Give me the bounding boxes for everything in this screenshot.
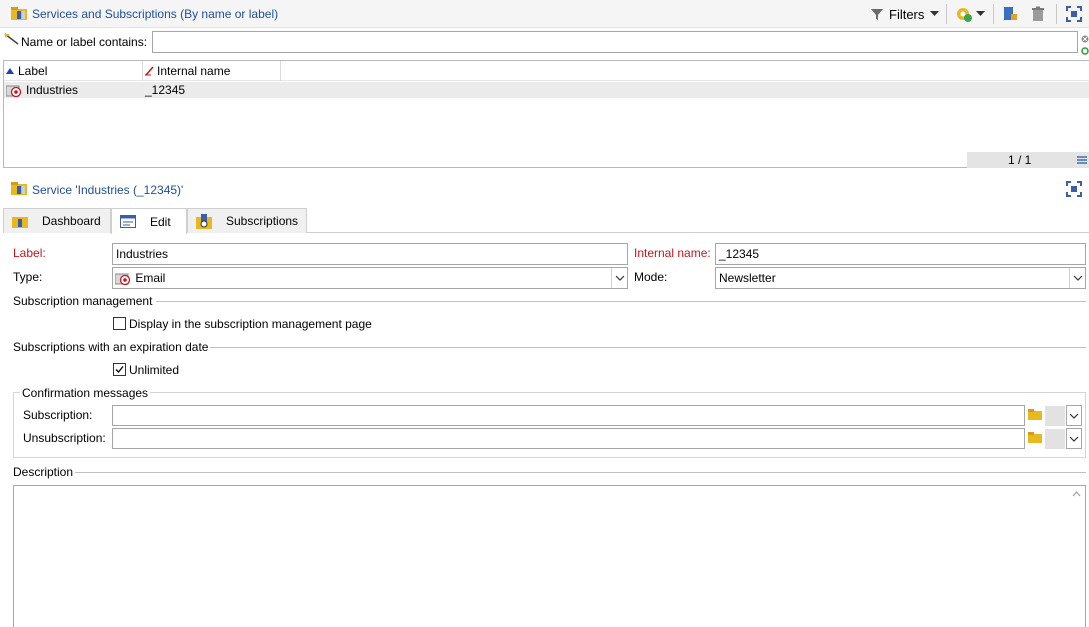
section-divider [156,301,1086,302]
checkmark-icon [115,366,124,373]
maximize-button[interactable] [1066,4,1082,24]
expand-icon [1066,181,1082,197]
display-in-page-label: Display in the subscription management p… [129,317,372,331]
toolbar-separator [993,4,994,24]
unsubscription-message-input[interactable] [112,428,1025,449]
clear-link-button [1045,406,1065,426]
new-document-icon [1004,7,1017,20]
internal-name-input[interactable]: _12345 [715,243,1086,265]
scroll-up-icon [1072,491,1081,497]
row-label: Industries [26,83,79,97]
tab-dashboard[interactable]: Dashboard [3,208,111,233]
refresh-icon[interactable] [1081,44,1089,58]
type-select[interactable]: Email [112,267,628,289]
window-title: Services and Subscriptions (By name or l… [32,7,279,21]
toolbar-separator [1056,4,1057,24]
expiration-heading: Subscriptions with an expiration date [13,340,209,354]
column-separator [280,61,281,81]
tab-subscriptions[interactable]: Subscriptions [187,208,307,233]
subscription-field-label: Subscription: [23,408,93,422]
description-textarea[interactable] [13,485,1086,627]
folder-icon[interactable] [1028,432,1042,446]
email-service-icon [5,84,22,100]
service-title: Service 'Industries (_12345)' [32,183,184,197]
internal-name-field-label: Internal name: [634,246,711,260]
folder-icon[interactable] [1028,409,1042,423]
subscriptions-icon [196,213,212,229]
delete-button[interactable] [1030,4,1046,24]
subscription-message-input[interactable] [112,405,1025,426]
sort-ascending-icon [6,68,14,74]
unsubscription-field-label: Unsubscription: [23,431,106,445]
chevron-down-icon [976,11,985,16]
gear-icon [957,8,972,22]
new-button[interactable] [1002,4,1018,24]
toolbar-separator [946,4,947,24]
list-menu-icon[interactable] [1077,154,1087,168]
filter-input[interactable] [152,31,1078,53]
trash-icon [1032,6,1044,21]
description-heading: Description [13,465,74,479]
folder-icon [11,6,27,23]
label-field-label: Label: [13,246,46,260]
funnel-icon [871,9,883,20]
chevron-down-icon [930,11,940,16]
pagination-text: 1 / 1 [1008,153,1032,167]
pencil-icon [145,66,154,76]
mode-field-label: Mode: [634,270,668,284]
service-icon [11,181,27,198]
label-input[interactable]: Industries [112,243,628,265]
services-list: Label Internal name Industries _12345 1 … [3,60,1089,168]
edit-form-icon [120,215,136,228]
column-header-internal-name[interactable]: Internal name [145,64,230,78]
chevron-down-icon [615,275,624,281]
table-row[interactable]: Industries _12345 [4,82,1089,98]
unlimited-checkbox[interactable] [113,363,126,376]
chevron-down-icon [1069,436,1079,442]
filters-button[interactable]: Filters [870,4,940,24]
maximize-detail-button[interactable] [1066,181,1082,200]
actions-button[interactable] [955,4,985,24]
column-separator [142,61,143,81]
unsubscription-dropdown-button[interactable] [1066,428,1082,449]
type-field-label: Type: [13,270,43,284]
title-bar: Services and Subscriptions (By name or l… [0,0,1089,28]
clear-link-button [1045,429,1065,449]
filter-edit-icon [4,32,20,49]
row-internal-name: _12345 [145,83,186,97]
chevron-down-icon [1073,275,1082,281]
list-header: Label Internal name [4,61,1089,81]
chevron-down-icon [1069,413,1079,419]
filters-label: Filters [889,6,925,22]
filter-label: Name or label contains: [21,35,148,49]
list-footer: 1 / 1 [967,152,1089,168]
display-in-page-checkbox[interactable] [113,317,126,330]
confirmation-heading: Confirmation messages [20,386,151,400]
unlimited-label: Unlimited [129,363,180,377]
column-header-label[interactable]: Label [6,64,47,78]
subscription-dropdown-button[interactable] [1066,405,1082,426]
email-icon [114,273,131,286]
tab-edit[interactable]: Edit [111,208,187,234]
section-divider [210,347,1086,348]
dashboard-icon [12,217,28,228]
expand-icon [1066,6,1082,22]
type-dropdown-button[interactable] [611,268,627,288]
section-divider [75,472,1086,473]
mode-select[interactable]: Newsletter [715,267,1086,289]
mode-dropdown-button[interactable] [1069,268,1085,288]
subscription-management-heading: Subscription management [13,294,153,308]
